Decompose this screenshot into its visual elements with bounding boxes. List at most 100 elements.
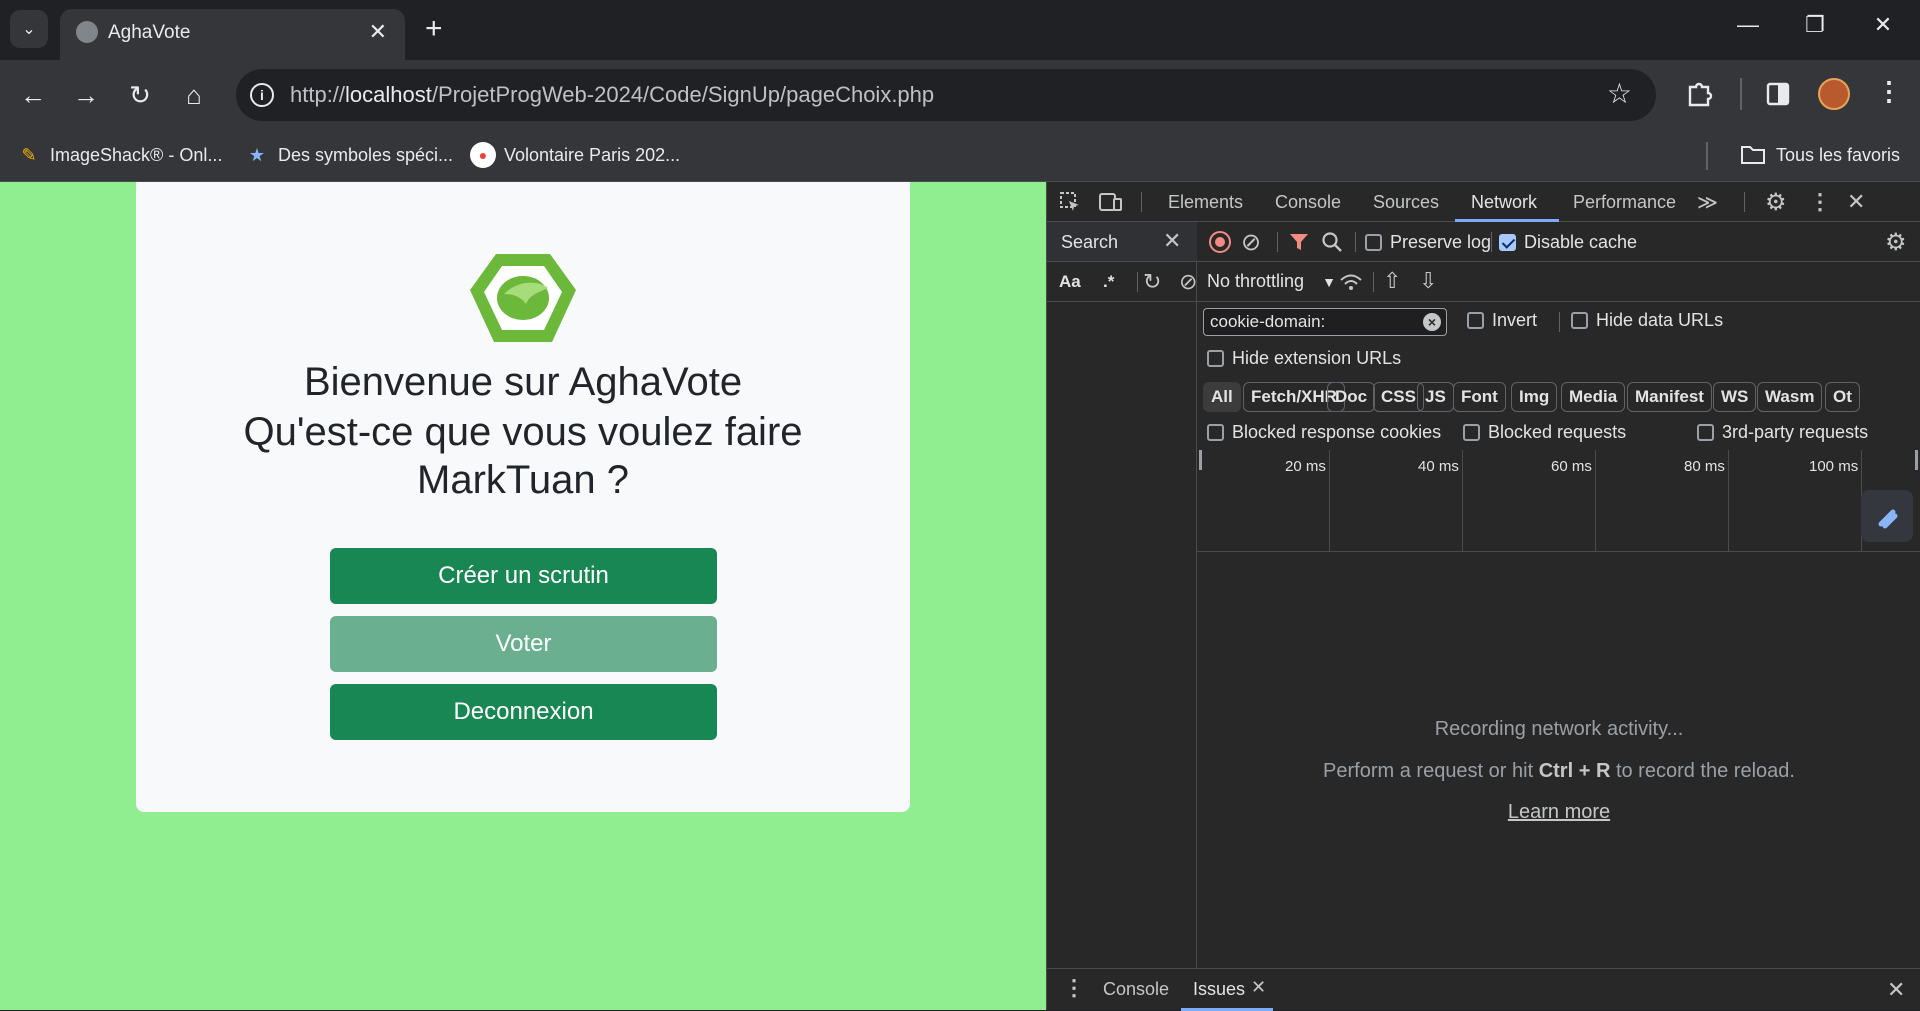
extension-overlay-icon[interactable]: [1861, 490, 1913, 542]
clear-search-icon[interactable]: ⊘: [1179, 269, 1197, 295]
window-close-button[interactable]: ✕: [1860, 12, 1906, 38]
tab-console[interactable]: Console: [1275, 192, 1341, 213]
tab-elements[interactable]: Elements: [1168, 192, 1243, 213]
timeline-handle-right[interactable]: [1915, 450, 1918, 470]
welcome-heading: Bienvenue sur AghaVote: [303, 360, 743, 404]
filter-chip-wasm[interactable]: Wasm: [1757, 382, 1823, 412]
drawer-tab-console[interactable]: Console: [1103, 979, 1169, 1000]
tab-sources[interactable]: Sources: [1373, 192, 1439, 213]
network-conditions-icon[interactable]: [1339, 272, 1363, 292]
third-party-requests-checkbox[interactable]: 3rd-party requests: [1697, 422, 1868, 443]
vote-button[interactable]: Voter: [330, 616, 717, 672]
regex-toggle[interactable]: .*: [1103, 272, 1114, 292]
create-poll-button[interactable]: Créer un scrutin: [330, 548, 717, 604]
filter-chip-js[interactable]: JS: [1417, 382, 1454, 412]
filter-chip-other[interactable]: Ot: [1825, 382, 1860, 412]
timeline-gridline: [1329, 450, 1330, 551]
restore-button[interactable]: ❐: [1792, 12, 1838, 38]
search-close-icon[interactable]: ✕: [1163, 228, 1181, 254]
reload-button[interactable]: ↻: [122, 77, 158, 113]
filter-clear-icon[interactable]: ×: [1423, 313, 1441, 331]
home-button[interactable]: ⌂: [176, 77, 212, 113]
browser-tab[interactable]: AghaVote ✕: [60, 9, 405, 60]
checkbox-label: Hide extension URLs: [1232, 348, 1402, 368]
url-text[interactable]: http://localhost/ProjetProgWeb-2024/Code…: [290, 82, 934, 108]
hide-data-urls-checkbox[interactable]: Hide data URLs: [1571, 310, 1723, 331]
filter-chip-manifest[interactable]: Manifest: [1627, 382, 1712, 412]
tab-network[interactable]: Network: [1471, 192, 1537, 213]
bookmark-imageshack[interactable]: ✎ ImageShack® - Onl...: [16, 140, 222, 170]
back-button[interactable]: ←: [15, 77, 51, 113]
filter-chip-ws[interactable]: WS: [1713, 382, 1757, 412]
filter-chip-all[interactable]: All: [1203, 382, 1241, 412]
bookmark-volontaire-paris[interactable]: ● Volontaire Paris 202...: [470, 140, 680, 170]
filter-icon[interactable]: [1289, 232, 1309, 252]
new-tab-button[interactable]: +: [425, 10, 443, 48]
timeline-tick-label: 60 ms: [1551, 458, 1592, 475]
drawer-tab-issues[interactable]: Issues ✕: [1181, 969, 1273, 1011]
learn-more-link[interactable]: Learn more: [1197, 801, 1920, 824]
browser-menu-icon[interactable]: ⋮: [1876, 76, 1902, 107]
invert-checkbox[interactable]: Invert: [1467, 310, 1537, 331]
imageshack-icon: ✎: [21, 144, 37, 165]
timeline-gridline: [1462, 450, 1463, 551]
devtools-drawer: ⋮ Console Issues ✕ ✕: [1047, 968, 1920, 1011]
forward-button[interactable]: →: [68, 77, 104, 113]
filter-chip-media[interactable]: Media: [1561, 382, 1626, 412]
timeline-handle-left[interactable]: [1199, 450, 1202, 470]
preserve-log-checkbox[interactable]: Preserve log: [1365, 232, 1491, 253]
drawer-close-icon[interactable]: ✕: [1887, 977, 1905, 1003]
tab-search-button[interactable]: ⌄: [10, 10, 48, 48]
profile-avatar[interactable]: [1818, 78, 1850, 110]
minimize-button[interactable]: —: [1725, 12, 1771, 38]
bookmark-star-icon[interactable]: ☆: [1607, 77, 1632, 110]
extensions-icon[interactable]: [1686, 79, 1714, 109]
tab-performance[interactable]: Performance: [1573, 192, 1676, 213]
blocked-requests-checkbox[interactable]: Blocked requests: [1463, 422, 1626, 443]
bookmark-symboles[interactable]: ★ Des symboles spéci...: [244, 140, 453, 170]
checkbox-box: [1365, 234, 1382, 251]
tab-title: AghaVote: [108, 22, 191, 43]
drawer-menu-icon[interactable]: ⋮: [1063, 975, 1085, 1001]
site-info-icon[interactable]: i: [250, 83, 274, 107]
checkbox-box: [1463, 424, 1480, 441]
search-tab-label[interactable]: Search: [1061, 232, 1118, 253]
all-bookmarks-label: Tous les favoris: [1776, 144, 1901, 165]
all-bookmarks-folder[interactable]: Tous les favoris: [1740, 140, 1900, 170]
throttling-value: No throttling: [1207, 271, 1305, 291]
clear-log-icon[interactable]: ⊘: [1241, 228, 1261, 257]
inspect-element-icon[interactable]: [1059, 191, 1081, 213]
disable-cache-checkbox[interactable]: Disable cache: [1499, 232, 1637, 253]
address-bar[interactable]: i http://localhost/ProjetProgWeb-2024/Co…: [236, 69, 1656, 121]
devtools-menu-icon[interactable]: ⋮: [1809, 189, 1831, 215]
question-line-1: Qu'est-ce que vous voulez faire: [243, 410, 803, 454]
blocked-response-cookies-checkbox[interactable]: Blocked response cookies: [1207, 422, 1441, 443]
drawer-tab-close-icon[interactable]: ✕: [1251, 977, 1266, 998]
bookmark-label: ImageShack® - Onl...: [50, 144, 223, 165]
logout-button[interactable]: Deconnexion: [330, 684, 717, 740]
more-tabs-button[interactable]: ≫: [1697, 190, 1718, 215]
tab-close-icon[interactable]: ✕: [369, 19, 387, 45]
filter-area: × Invert Hide data URLs Hide extension U…: [1197, 302, 1920, 390]
match-case-toggle[interactable]: Aa: [1059, 272, 1081, 292]
network-overview-timeline[interactable]: 20 ms 40 ms 60 ms 80 ms 100 ms: [1197, 450, 1920, 552]
export-har-icon[interactable]: ⇩: [1419, 268, 1437, 294]
timeline-tick-label: 80 ms: [1684, 458, 1725, 475]
side-panel-icon[interactable]: [1766, 82, 1790, 106]
settings-gear-icon[interactable]: ⚙: [1765, 188, 1787, 217]
network-settings-icon[interactable]: ⚙: [1885, 228, 1907, 257]
throttling-select[interactable]: No throttling ▼: [1207, 271, 1336, 292]
refresh-search-icon[interactable]: ↻: [1143, 269, 1161, 295]
import-har-icon[interactable]: ⇧: [1383, 268, 1401, 294]
filter-chip-img[interactable]: Img: [1511, 382, 1558, 412]
timeline-gridline: [1728, 450, 1729, 551]
filter-chip-font[interactable]: Font: [1453, 382, 1506, 412]
aghavote-logo: [470, 254, 576, 342]
hide-extension-urls-checkbox[interactable]: Hide extension URLs: [1207, 348, 1401, 369]
search-icon[interactable]: [1321, 231, 1343, 253]
filter-input[interactable]: [1203, 308, 1447, 336]
devtools-close-icon[interactable]: ✕: [1847, 189, 1865, 215]
record-stop-icon[interactable]: [1209, 231, 1231, 253]
device-toolbar-icon[interactable]: [1099, 191, 1123, 213]
filter-chip-doc[interactable]: Doc: [1327, 382, 1376, 412]
